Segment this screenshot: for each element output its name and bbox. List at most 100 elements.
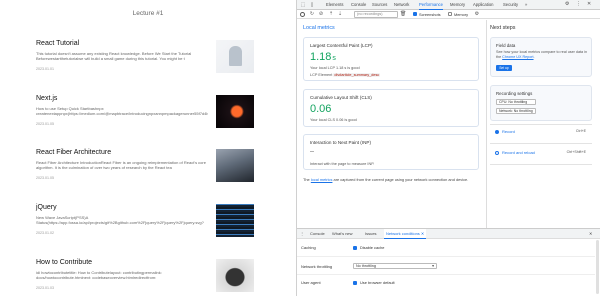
lcp-title: Largest Contentful Paint (LCP) bbox=[310, 43, 373, 48]
record-and-reload-shortcut: Ctrl+Shift+E bbox=[566, 150, 586, 154]
tab-application[interactable]: Application bbox=[473, 0, 494, 10]
thumbnail-figure bbox=[229, 46, 242, 66]
close-devtools-icon[interactable]: ✕ bbox=[587, 1, 591, 7]
drawer-scrollbar[interactable] bbox=[596, 240, 599, 294]
device-toolbar-icon[interactable]: ▯ bbox=[309, 2, 315, 8]
divider bbox=[297, 274, 595, 275]
lcp-value: 1.18s bbox=[310, 51, 336, 63]
chrome-ux-report-link[interactable]: Chrome UX Report bbox=[502, 55, 533, 59]
post-thumbnail[interactable] bbox=[216, 259, 254, 292]
user-agent-label: User agent bbox=[301, 280, 321, 285]
record-and-reload-action[interactable]: Record and reload Ctrl+Shift+E bbox=[490, 148, 592, 160]
lcp-unit: s bbox=[332, 55, 336, 62]
tab-security[interactable]: Security bbox=[503, 0, 518, 10]
post-card[interactable]: React Fiber Architecture React Fiber Arc… bbox=[36, 149, 254, 189]
devtools-panel: ⬚ ▯ Elements Console Sources Network Per… bbox=[297, 0, 600, 296]
network-throttling-dropdown[interactable]: No throttling ▾ bbox=[353, 263, 437, 269]
performance-toolbar: ↻ ⊘ ⇡ ⇣ (no recordings) 🗑 Screenshots Me… bbox=[297, 10, 600, 19]
close-drawer-icon[interactable]: ✕ bbox=[589, 229, 592, 239]
drawer-tab-network-conditions[interactable]: Network conditions ✕ bbox=[384, 229, 427, 239]
divider bbox=[490, 143, 592, 144]
tab-memory[interactable]: Memory bbox=[450, 0, 465, 10]
post-title[interactable]: React Tutorial bbox=[36, 40, 79, 47]
drawer-tab-whats-new[interactable]: What's new bbox=[332, 229, 353, 239]
lcp-element-row: LCP Element div#article_summary_desc bbox=[310, 73, 381, 77]
network-throttling-select[interactable]: Network: No throttling bbox=[496, 108, 536, 114]
post-thumbnail[interactable] bbox=[216, 204, 254, 237]
footnote-text-post: are captured from the current page using… bbox=[333, 177, 469, 182]
more-tabs-button[interactable]: » bbox=[525, 0, 527, 10]
capture-settings-gear-icon[interactable]: ⚙ bbox=[474, 11, 480, 17]
recordings-select[interactable]: (no recordings) bbox=[354, 11, 398, 18]
local-metrics-heading: Local metrics bbox=[303, 25, 335, 31]
network-throttling-selected: No throttling bbox=[356, 264, 376, 268]
cls-card: Cumulative Layout Shift (CLS) 0.06 Your … bbox=[303, 89, 479, 127]
post-description: How to use Setup Quick Startbashnpx crea… bbox=[36, 106, 208, 116]
tab-console[interactable]: Console bbox=[351, 0, 366, 10]
tab-sources[interactable]: Sources bbox=[372, 0, 387, 10]
lcp-card: Largest Contentful Paint (LCP) 1.18s You… bbox=[303, 37, 479, 81]
set-up-button[interactable]: Set up bbox=[496, 65, 512, 71]
clear-icon[interactable]: ⊘ bbox=[318, 11, 324, 17]
divider bbox=[297, 256, 595, 257]
record-and-reload-label: Record and reload bbox=[502, 150, 535, 155]
tab-performance[interactable]: Performance bbox=[419, 0, 443, 10]
next-steps-heading: Next steps bbox=[490, 25, 516, 31]
post-thumbnail[interactable] bbox=[216, 40, 254, 73]
record-label: Record bbox=[502, 129, 515, 134]
post-card[interactable]: Next.js How to use Setup Quick Startbash… bbox=[36, 95, 254, 135]
upload-icon[interactable]: ⇡ bbox=[328, 11, 334, 17]
inp-card: Interaction to Next Paint (INP) -- Inter… bbox=[303, 134, 479, 170]
inp-value: -- bbox=[310, 149, 314, 155]
network-throttling-value: Network: No throttling bbox=[499, 109, 533, 113]
download-icon[interactable]: ⇣ bbox=[337, 11, 343, 17]
drawer-menu-icon[interactable]: ⋮ bbox=[300, 229, 304, 239]
post-date: 2023.01.05 bbox=[36, 176, 54, 180]
record-icon bbox=[495, 130, 499, 134]
recording-settings-card: Recording settings CPU: No throttling Ne… bbox=[490, 85, 592, 121]
post-title[interactable]: jQuery bbox=[36, 204, 57, 211]
post-card[interactable]: How to Contribute idi howtocontributetit… bbox=[36, 259, 254, 296]
close-tab-icon[interactable]: ✕ bbox=[421, 231, 424, 236]
post-title[interactable]: React Fiber Architecture bbox=[36, 149, 111, 156]
screenshots-checkbox[interactable] bbox=[413, 12, 417, 16]
more-options-icon[interactable]: ⋮ bbox=[576, 1, 581, 7]
record-action[interactable]: Record Ctrl+E bbox=[490, 127, 592, 139]
memory-checkbox[interactable] bbox=[448, 12, 452, 16]
cls-title: Cumulative Layout Shift (CLS) bbox=[310, 95, 372, 100]
use-browser-default-label: Use browser default bbox=[360, 280, 395, 285]
cpu-throttling-select[interactable]: CPU: No throttling bbox=[496, 99, 536, 105]
reload-icon bbox=[495, 151, 499, 155]
post-title[interactable]: Next.js bbox=[36, 95, 57, 102]
post-description: New Wave JavaScript(PSS)A Status(https:/… bbox=[36, 215, 204, 225]
settings-gear-icon[interactable]: ⚙ bbox=[565, 1, 569, 7]
delete-recording-icon[interactable]: 🗑 bbox=[400, 11, 406, 17]
tab-network[interactable]: Network bbox=[394, 0, 409, 10]
drawer-tab-console[interactable]: Console bbox=[310, 229, 325, 239]
post-title[interactable]: How to Contribute bbox=[36, 259, 92, 266]
post-card[interactable]: jQuery New Wave JavaScript(PSS)A Status(… bbox=[36, 204, 254, 244]
record-icon[interactable] bbox=[300, 12, 305, 17]
lcp-element-link[interactable]: div#article_summary_desc bbox=[333, 73, 381, 77]
blog-page: Lecture #1 React Tutorial This tutorial … bbox=[0, 0, 296, 296]
page-title: Lecture #1 bbox=[132, 10, 164, 17]
local-metrics-link[interactable]: local metrics bbox=[311, 177, 333, 182]
section-divider bbox=[486, 20, 487, 228]
field-data-text-post: . bbox=[533, 54, 535, 59]
post-thumbnail[interactable] bbox=[216, 149, 254, 182]
drawer-tabbar: ⋮ Console What's new Issues Network cond… bbox=[297, 229, 600, 239]
drawer-tab-issues[interactable]: Issues bbox=[365, 229, 377, 239]
post-thumbnail[interactable] bbox=[216, 95, 254, 128]
use-browser-default-checkbox[interactable] bbox=[353, 281, 357, 285]
post-date: 2023.01.02 bbox=[36, 231, 54, 235]
tab-elements[interactable]: Elements bbox=[326, 0, 343, 10]
field-data-card: Field data See how your local metrics co… bbox=[490, 37, 592, 77]
network-throttling-label: Network throttling bbox=[301, 264, 333, 269]
disable-cache-checkbox[interactable] bbox=[353, 246, 357, 250]
inspect-element-icon[interactable]: ⬚ bbox=[300, 2, 306, 8]
reload-record-icon[interactable]: ↻ bbox=[309, 11, 315, 17]
inp-summary: Interact with the page to measure INP. bbox=[310, 162, 375, 166]
post-card[interactable]: React Tutorial This tutorial doesn't ass… bbox=[36, 40, 254, 80]
post-date: 2023.01.05 bbox=[36, 122, 54, 126]
screenshots-label: Screenshots bbox=[419, 12, 441, 17]
